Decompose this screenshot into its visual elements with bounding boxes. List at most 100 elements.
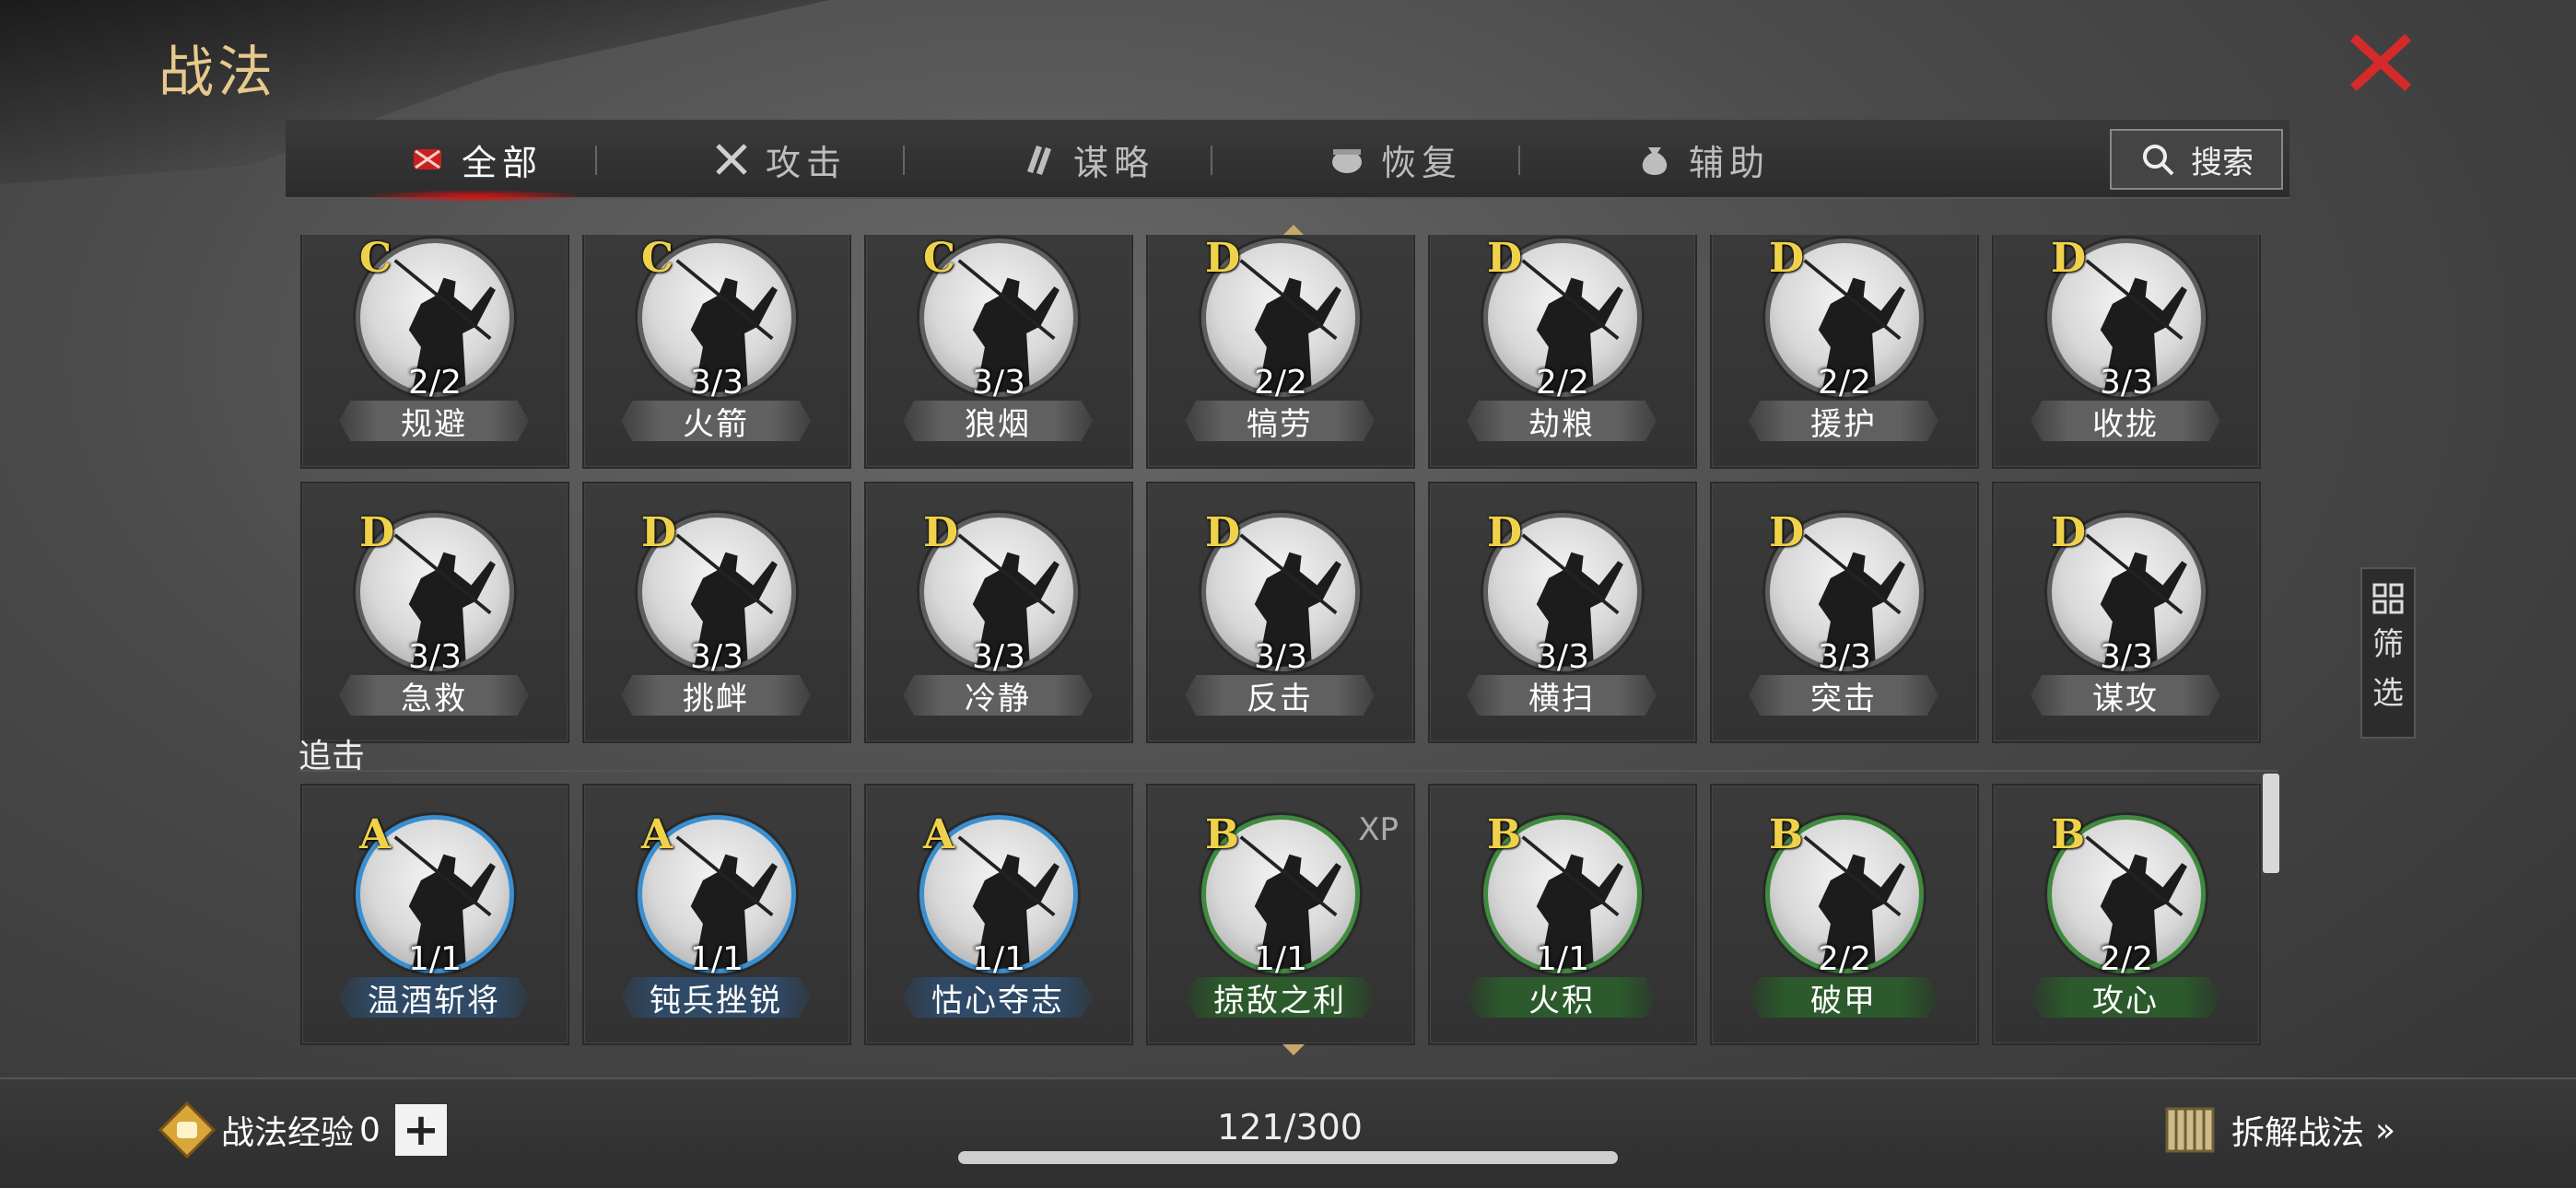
xp-tag: XP <box>1358 811 1399 848</box>
tactic-card[interactable]: A 1/1 温酒斩将 <box>300 784 569 1045</box>
pouch-icon <box>1642 147 1668 175</box>
tactic-count: 3/3 <box>1536 638 1589 676</box>
cauldron-icon <box>1331 149 1362 173</box>
tactics-capacity: 121/300 <box>1217 1107 1363 1147</box>
tab-strategy[interactable]: 谋略 <box>934 120 1238 199</box>
grade-badge: D <box>1487 235 1523 282</box>
category-tab-bar: 全部 攻击 谋略 恢复 辅助 搜索 <box>286 120 2289 203</box>
tactic-count: 2/2 <box>1254 364 1307 402</box>
filter-label-1: 筛 <box>2372 626 2404 663</box>
tab-label: 谋略 <box>1072 142 1154 183</box>
tactic-count: 2/2 <box>1818 940 1871 978</box>
tactic-card[interactable]: D 3/3 急救 <box>300 482 569 743</box>
scroll-icon <box>1026 146 1051 175</box>
grade-badge: C <box>923 235 956 282</box>
exp-label: 战法经验 <box>221 1114 355 1152</box>
tab-support[interactable]: 辅助 <box>1550 120 1854 199</box>
tactic-name: 掠敌之利 <box>1185 977 1375 1018</box>
filter-button[interactable]: 筛 选 <box>2360 567 2416 739</box>
tactic-card[interactable]: A 1/1 怙心夺志 <box>864 784 1133 1045</box>
grade-badge: D <box>1487 509 1523 556</box>
tactic-card[interactable]: B 1/1 火积 <box>1428 784 1697 1045</box>
dismantle-tactics-button[interactable]: 拆解战法 » <box>2160 1098 2395 1162</box>
bottom-bar: 战法经验 0 + 121/300 拆解战法 » <box>0 1077 2576 1188</box>
tactic-card[interactable]: C 3/3 狼烟 <box>864 235 1133 469</box>
fist-badge-icon <box>158 1101 216 1159</box>
search-button[interactable]: 搜索 <box>2110 129 2283 190</box>
tactic-name: 急救 <box>339 675 529 716</box>
tactic-name: 收拢 <box>2031 401 2220 441</box>
tactic-card[interactable]: D 3/3 收拢 <box>1992 235 2261 469</box>
tactic-count: 3/3 <box>2100 638 2153 676</box>
tactic-name: 规避 <box>339 401 529 441</box>
tactic-count: 2/2 <box>2100 940 2153 978</box>
tactic-card[interactable]: C 3/3 火箭 <box>582 235 851 469</box>
tactic-card[interactable]: D 3/3 突击 <box>1710 482 1979 743</box>
home-indicator[interactable] <box>958 1151 1618 1164</box>
all-tactics-icon <box>413 149 441 169</box>
close-button[interactable] <box>2348 29 2414 96</box>
tactic-count: 1/1 <box>690 940 744 978</box>
tactic-card[interactable]: D 2/2 劫粮 <box>1428 235 1697 469</box>
tab-all[interactable]: 全部 <box>322 120 626 203</box>
tactic-name: 怙心夺志 <box>903 977 1093 1018</box>
tactic-name: 狼烟 <box>903 401 1093 441</box>
tactic-card[interactable]: D 3/3 横扫 <box>1428 482 1697 743</box>
tactics-grid: C 2/2 规避 C 3/3 火箭 C 3/3 狼烟 D 2/2 犒劳 D 2/2 劫粮 D 2/2 援护 D 3/3… <box>293 235 2272 1054</box>
search-icon <box>2143 145 2174 176</box>
grade-badge: D <box>1769 509 1805 556</box>
scroll-down-indicator <box>1282 1044 1305 1055</box>
tactic-card[interactable]: D 3/3 挑衅 <box>582 482 851 743</box>
grade-badge: A <box>359 811 392 858</box>
crossed-swords-icon <box>716 144 747 175</box>
tactic-card[interactable]: D 2/2 援护 <box>1710 235 1979 469</box>
tactic-card[interactable]: B 2/2 攻心 <box>1992 784 2261 1045</box>
grid-icon <box>2372 583 2404 614</box>
tactic-name: 钝兵挫锐 <box>621 977 811 1018</box>
tactic-count: 2/2 <box>1818 364 1871 402</box>
tactic-count: 1/1 <box>408 940 462 978</box>
tab-label: 恢复 <box>1380 142 1462 183</box>
close-icon <box>2349 33 2412 92</box>
tactic-count: 1/1 <box>1254 940 1307 978</box>
filter-label-2: 选 <box>2372 675 2404 712</box>
tactic-card[interactable]: D 3/3 谋攻 <box>1992 482 2261 743</box>
tactic-name: 横扫 <box>1467 675 1657 716</box>
tactic-name: 反击 <box>1185 675 1375 716</box>
dismantle-icon <box>2165 1107 2215 1153</box>
tactic-card[interactable]: D 2/2 犒劳 <box>1146 235 1415 469</box>
dismantle-label: 拆解战法 <box>2231 1114 2365 1152</box>
tab-attack[interactable]: 攻击 <box>626 120 931 199</box>
tactic-name: 火箭 <box>621 401 811 441</box>
tactic-card[interactable]: D 3/3 冷静 <box>864 482 1133 743</box>
tactic-card[interactable]: B 2/2 破甲 <box>1710 784 1979 1045</box>
exp-value: 0 <box>359 1111 381 1149</box>
tactic-name: 火积 <box>1467 977 1657 1018</box>
tab-divider <box>903 146 905 175</box>
tactic-card[interactable]: A 1/1 钝兵挫锐 <box>582 784 851 1045</box>
tab-label: 全部 <box>461 142 543 183</box>
scrollbar[interactable] <box>2263 774 2279 873</box>
tactic-name: 突击 <box>1749 675 1938 716</box>
tactic-name: 温酒斩将 <box>339 977 529 1018</box>
tactic-card[interactable]: D 3/3 反击 <box>1146 482 1415 743</box>
tactic-count: 2/2 <box>408 364 462 402</box>
tab-label: 攻击 <box>765 142 847 183</box>
tactic-count: 1/1 <box>972 940 1025 978</box>
add-experience-button[interactable]: + <box>394 1104 447 1156</box>
tactic-card[interactable]: C 2/2 规避 <box>300 235 569 469</box>
search-label: 搜索 <box>2191 144 2254 181</box>
tab-divider <box>1518 146 1520 175</box>
grade-badge: D <box>2051 509 2087 556</box>
grade-badge: D <box>923 509 959 556</box>
tactic-card[interactable]: B 1/1 掠敌之利 XP <box>1146 784 1415 1045</box>
tab-label: 辅助 <box>1688 142 1770 183</box>
tab-recover[interactable]: 恢复 <box>1242 120 1546 199</box>
tactic-name: 谋攻 <box>2031 675 2220 716</box>
tactic-name: 破甲 <box>1749 977 1938 1018</box>
tactic-count: 3/3 <box>972 638 1025 676</box>
tactic-count: 2/2 <box>1536 364 1589 402</box>
tactic-count: 3/3 <box>690 364 744 402</box>
tactic-name: 冷静 <box>903 675 1093 716</box>
grade-badge: D <box>1205 509 1241 556</box>
